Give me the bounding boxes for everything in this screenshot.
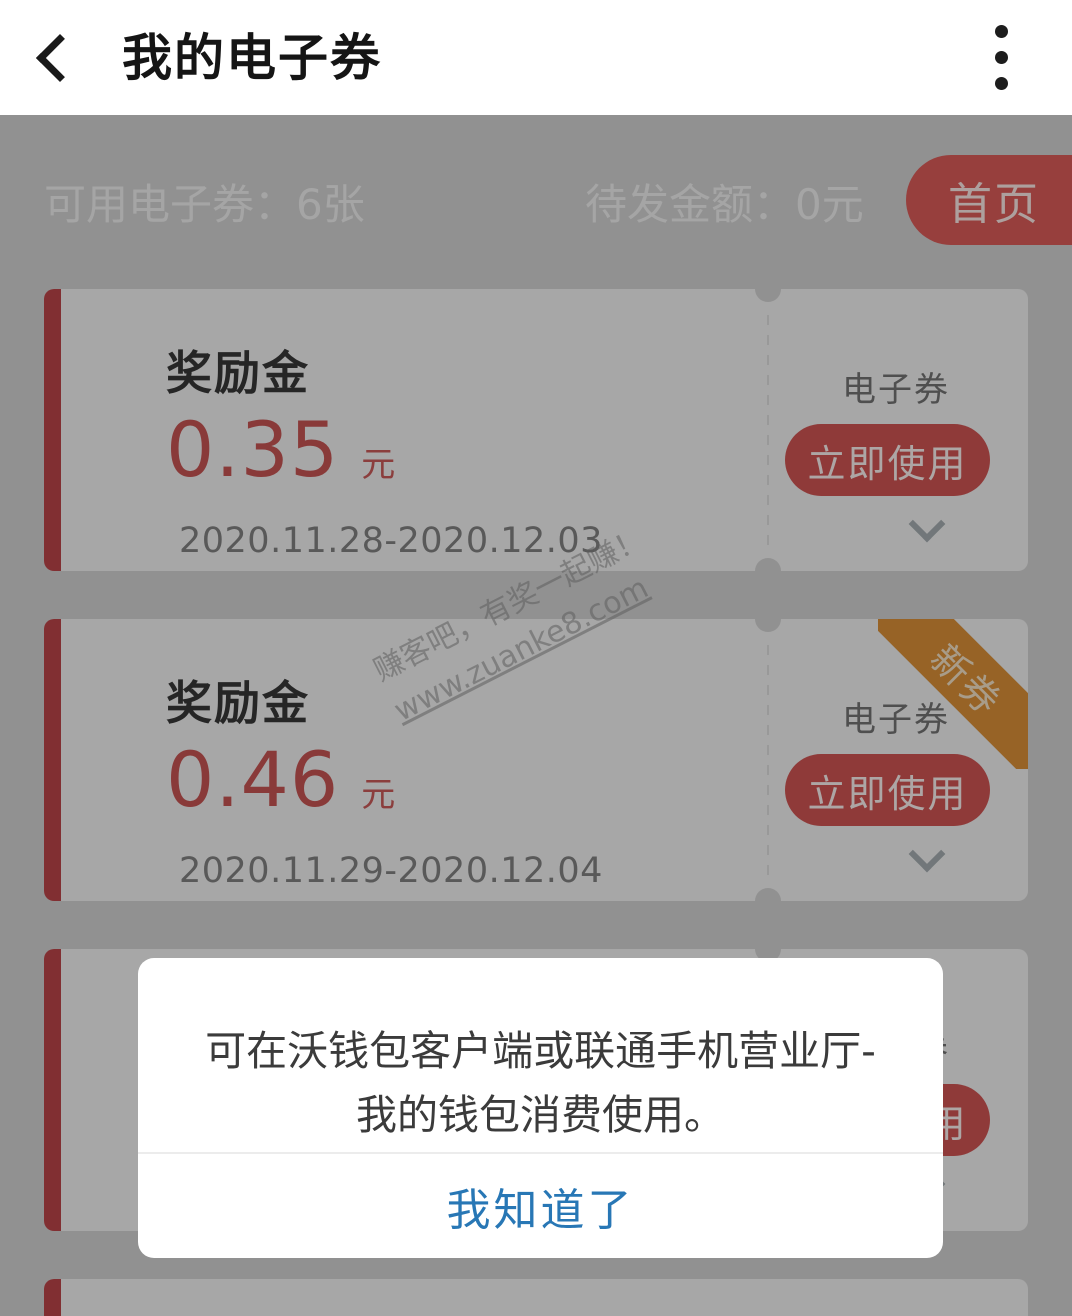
app-bar: 我的电子券 [0,0,1072,115]
dialog-confirm-button[interactable]: 我知道了 [138,1154,943,1258]
app-screen: 可用电子券：6张 待发金额：0元 首页 奖励金 0.35 元 2020.11.2… [0,0,1072,1316]
info-dialog-message: 可在沃钱包客户端或联通手机营业厅-我的钱包消费使用。 [205,1027,876,1139]
kebab-dot [994,51,1008,64]
page-title: 我的电子券 [122,28,382,87]
back-button[interactable] [0,0,110,115]
info-dialog: 可在沃钱包客户端或联通手机营业厅-我的钱包消费使用。 我知道了 [138,958,943,1258]
kebab-menu-icon[interactable] [966,0,1036,115]
back-chevron-icon [35,33,85,82]
kebab-dot [994,77,1008,90]
kebab-dot [994,25,1008,38]
dialog-confirm-label: 我知道了 [446,1185,635,1236]
